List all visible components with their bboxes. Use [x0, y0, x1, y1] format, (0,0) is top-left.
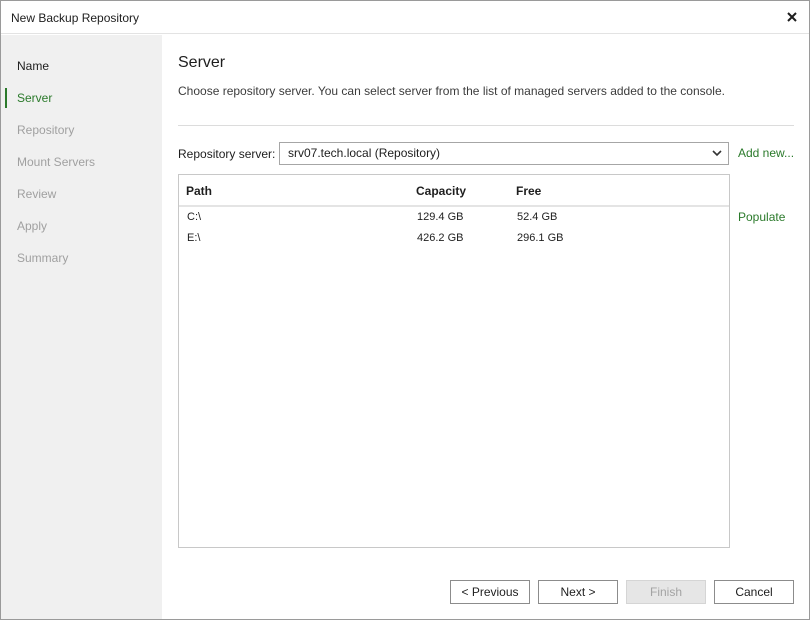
step-summary: Summary: [1, 247, 162, 269]
window-title: New Backup Repository: [11, 11, 140, 25]
cell-capacity: 426.2 GB: [417, 232, 464, 244]
page-title: Server: [178, 54, 226, 71]
chevron-down-icon: [712, 150, 722, 157]
step-repository: Repository: [1, 119, 162, 141]
wizard-steps-sidebar: Name Server Repository Mount Servers Rev…: [1, 35, 162, 619]
populate-link[interactable]: Populate: [738, 210, 785, 224]
step-server[interactable]: Server: [1, 87, 162, 109]
step-label: Repository: [17, 123, 75, 137]
finish-button: Finish: [626, 580, 706, 604]
step-apply: Apply: [1, 215, 162, 237]
step-label: Summary: [17, 251, 69, 265]
step-review: Review: [1, 183, 162, 205]
step-label: Server: [17, 91, 53, 105]
table-row[interactable]: E:\ 426.2 GB 296.1 GB: [179, 229, 729, 250]
cancel-button[interactable]: Cancel: [714, 580, 794, 604]
column-header-capacity[interactable]: Capacity: [416, 184, 466, 198]
step-name[interactable]: Name: [1, 55, 162, 77]
cell-capacity: 129.4 GB: [417, 211, 464, 223]
title-bar: New Backup Repository: [1, 1, 809, 34]
next-button[interactable]: Next >: [538, 580, 618, 604]
table-header: Path Capacity Free: [179, 175, 729, 207]
repository-server-dropdown[interactable]: srv07.tech.local (Repository): [279, 142, 729, 165]
table-row[interactable]: C:\ 129.4 GB 52.4 GB: [179, 208, 729, 229]
close-icon: [787, 12, 797, 22]
column-header-path[interactable]: Path: [186, 184, 212, 198]
wizard-window: New Backup Repository Name Server Reposi…: [0, 0, 810, 620]
cell-free: 52.4 GB: [517, 211, 558, 223]
step-label: Mount Servers: [17, 155, 96, 169]
step-label: Review: [17, 187, 57, 201]
step-label: Apply: [17, 219, 48, 233]
repository-server-label: Repository server:: [178, 147, 276, 161]
divider: [178, 125, 794, 126]
previous-button[interactable]: < Previous: [450, 580, 530, 604]
repository-server-value: srv07.tech.local (Repository): [288, 146, 441, 160]
cell-free: 296.1 GB: [517, 232, 564, 244]
volumes-table[interactable]: Path Capacity Free C:\ 129.4 GB 52.4 GB …: [178, 174, 730, 548]
wizard-content: Server Choose repository server. You can…: [162, 35, 809, 619]
column-header-free[interactable]: Free: [516, 184, 541, 198]
step-mount-servers: Mount Servers: [1, 151, 162, 173]
add-new-link[interactable]: Add new...: [738, 146, 794, 160]
page-description: Choose repository server. You can select…: [178, 84, 725, 98]
cell-path: C:\: [187, 211, 202, 223]
close-button[interactable]: [783, 8, 801, 26]
active-step-marker: [5, 88, 7, 108]
step-label: Name: [17, 59, 50, 73]
cell-path: E:\: [187, 232, 201, 244]
